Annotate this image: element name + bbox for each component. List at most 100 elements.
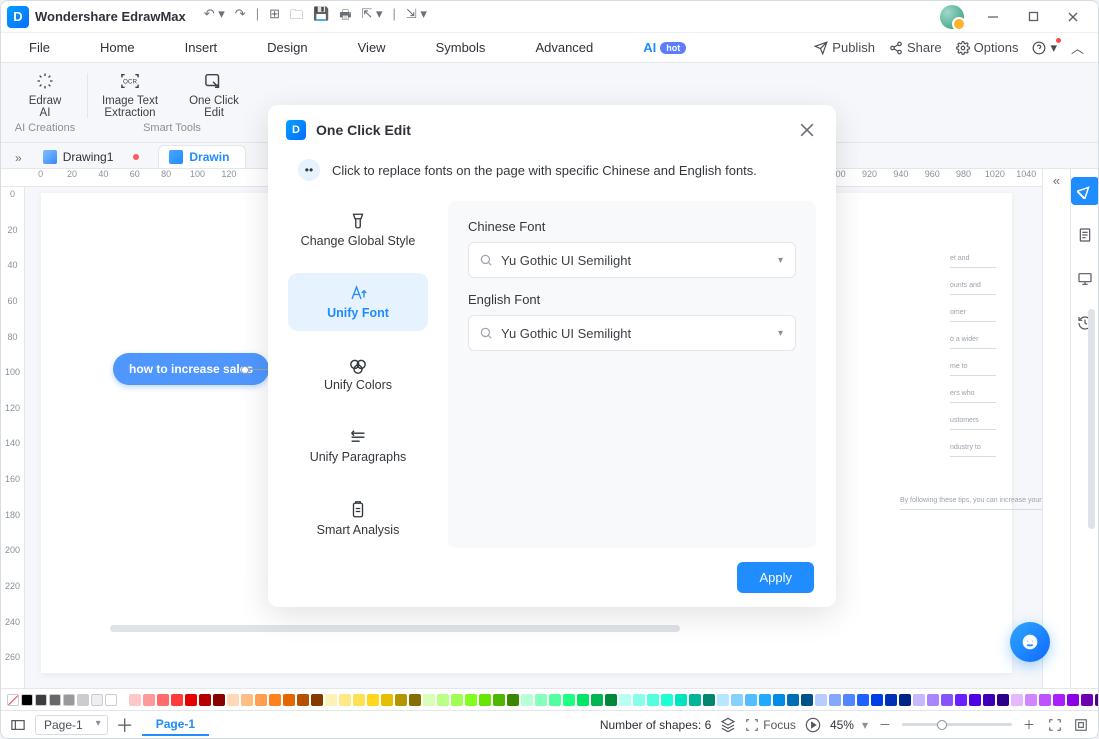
color-swatch[interactable] xyxy=(381,694,393,706)
color-swatch[interactable] xyxy=(91,694,103,706)
color-swatch[interactable] xyxy=(717,694,729,706)
vertical-scrollbar[interactable] xyxy=(1088,309,1095,529)
color-swatch[interactable] xyxy=(759,694,771,706)
import-icon[interactable]: ⇲ ▾ xyxy=(406,6,427,28)
option-smart-analysis[interactable]: Smart Analysis xyxy=(288,490,428,548)
color-swatch[interactable] xyxy=(941,694,953,706)
user-avatar[interactable] xyxy=(940,5,964,29)
color-swatch[interactable] xyxy=(1053,694,1065,706)
minimize-button[interactable] xyxy=(974,3,1012,31)
color-swatch[interactable] xyxy=(801,694,813,706)
doc-tab-2[interactable]: Drawin xyxy=(158,145,246,168)
option-unify-paragraphs[interactable]: Unify Paragraphs xyxy=(288,418,428,476)
export-icon[interactable]: ⇱ ▾ xyxy=(361,6,382,28)
color-swatch[interactable] xyxy=(689,694,701,706)
undo-icon[interactable]: ↶ ▾ xyxy=(204,6,225,28)
add-page-icon[interactable]: ＋ xyxy=(116,716,134,734)
edraw-ai-button[interactable]: Edraw AI xyxy=(9,71,81,119)
color-swatch[interactable] xyxy=(1011,694,1023,706)
color-swatch[interactable] xyxy=(969,694,981,706)
color-swatch[interactable] xyxy=(395,694,407,706)
menu-view[interactable]: View xyxy=(344,36,400,59)
color-swatch[interactable] xyxy=(199,694,211,706)
tool-page-icon[interactable] xyxy=(1071,221,1099,249)
color-swatch[interactable] xyxy=(591,694,603,706)
redo-icon[interactable]: ↷ xyxy=(235,6,246,28)
color-swatch[interactable] xyxy=(437,694,449,706)
color-swatch[interactable] xyxy=(227,694,239,706)
color-swatch[interactable] xyxy=(49,694,61,706)
maximize-button[interactable] xyxy=(1014,3,1052,31)
color-swatch[interactable] xyxy=(787,694,799,706)
color-swatch[interactable] xyxy=(549,694,561,706)
color-swatch[interactable] xyxy=(1081,694,1093,706)
fit-page-icon[interactable] xyxy=(1046,716,1064,734)
menu-home[interactable]: Home xyxy=(86,36,149,59)
zoom-in-icon[interactable]: ＋ xyxy=(1020,716,1038,734)
color-swatch[interactable] xyxy=(535,694,547,706)
color-swatch[interactable] xyxy=(843,694,855,706)
tabs-expand-icon[interactable]: » xyxy=(5,148,32,168)
color-swatch[interactable] xyxy=(129,694,141,706)
color-swatch[interactable] xyxy=(619,694,631,706)
color-swatch[interactable] xyxy=(605,694,617,706)
collapse-ribbon-icon[interactable]: ︿ xyxy=(1071,38,1084,57)
share-button[interactable]: Share xyxy=(889,40,942,55)
save-icon[interactable]: 💾 xyxy=(313,6,329,28)
color-swatch[interactable] xyxy=(885,694,897,706)
fullscreen-icon[interactable] xyxy=(1072,716,1090,734)
color-swatch[interactable] xyxy=(325,694,337,706)
color-swatch[interactable] xyxy=(983,694,995,706)
dialog-close-button[interactable] xyxy=(796,119,818,141)
options-button[interactable]: Options xyxy=(956,40,1019,55)
color-swatch[interactable] xyxy=(927,694,939,706)
color-swatch[interactable] xyxy=(143,694,155,706)
zoom-out-icon[interactable]: － xyxy=(876,716,894,734)
color-swatch[interactable] xyxy=(283,694,295,706)
color-swatch[interactable] xyxy=(21,694,33,706)
color-swatch[interactable] xyxy=(1025,694,1037,706)
color-swatch[interactable] xyxy=(773,694,785,706)
page-selector[interactable]: Page-1 xyxy=(35,715,108,735)
play-icon[interactable] xyxy=(804,716,822,734)
publish-button[interactable]: Publish xyxy=(814,40,875,55)
color-swatch[interactable] xyxy=(157,694,169,706)
color-swatch[interactable] xyxy=(829,694,841,706)
no-fill-swatch[interactable] xyxy=(7,694,19,706)
color-swatch[interactable] xyxy=(409,694,421,706)
color-swatch[interactable] xyxy=(213,694,225,706)
color-palette[interactable] xyxy=(1,688,1098,710)
option-change-global-style[interactable]: Change Global Style xyxy=(288,201,428,259)
option-unify-font[interactable]: Unify Font xyxy=(288,273,428,331)
layout-icon[interactable] xyxy=(9,716,27,734)
horizontal-scrollbar[interactable] xyxy=(110,625,680,632)
color-swatch[interactable] xyxy=(1039,694,1051,706)
color-swatch[interactable] xyxy=(353,694,365,706)
color-swatch[interactable] xyxy=(745,694,757,706)
doc-tab-1[interactable]: Drawing1 xyxy=(32,145,157,168)
color-swatch[interactable] xyxy=(1095,694,1098,706)
color-swatch[interactable] xyxy=(899,694,911,706)
color-swatch[interactable] xyxy=(423,694,435,706)
ai-assistant-bubble[interactable] xyxy=(1010,622,1050,662)
print-icon[interactable]: 🖶 xyxy=(339,6,351,28)
one-click-edit-button[interactable]: One Click Edit xyxy=(178,71,250,119)
color-swatch[interactable] xyxy=(35,694,47,706)
color-swatch[interactable] xyxy=(563,694,575,706)
layers-icon[interactable] xyxy=(719,716,737,734)
color-swatch[interactable] xyxy=(269,694,281,706)
color-swatch[interactable] xyxy=(241,694,253,706)
color-swatch[interactable] xyxy=(297,694,309,706)
menu-design[interactable]: Design xyxy=(253,36,321,59)
menu-insert[interactable]: Insert xyxy=(171,36,232,59)
tool-present-icon[interactable] xyxy=(1071,265,1099,293)
color-swatch[interactable] xyxy=(451,694,463,706)
chinese-font-select[interactable]: Yu Gothic UI Semilight xyxy=(468,242,796,278)
right-panel-collapse[interactable]: « xyxy=(1042,169,1070,688)
color-swatch[interactable] xyxy=(913,694,925,706)
color-swatch[interactable] xyxy=(633,694,645,706)
color-swatch[interactable] xyxy=(105,694,117,706)
color-swatch[interactable] xyxy=(63,694,75,706)
tool-shape-icon[interactable] xyxy=(1071,177,1099,205)
color-swatch[interactable] xyxy=(815,694,827,706)
